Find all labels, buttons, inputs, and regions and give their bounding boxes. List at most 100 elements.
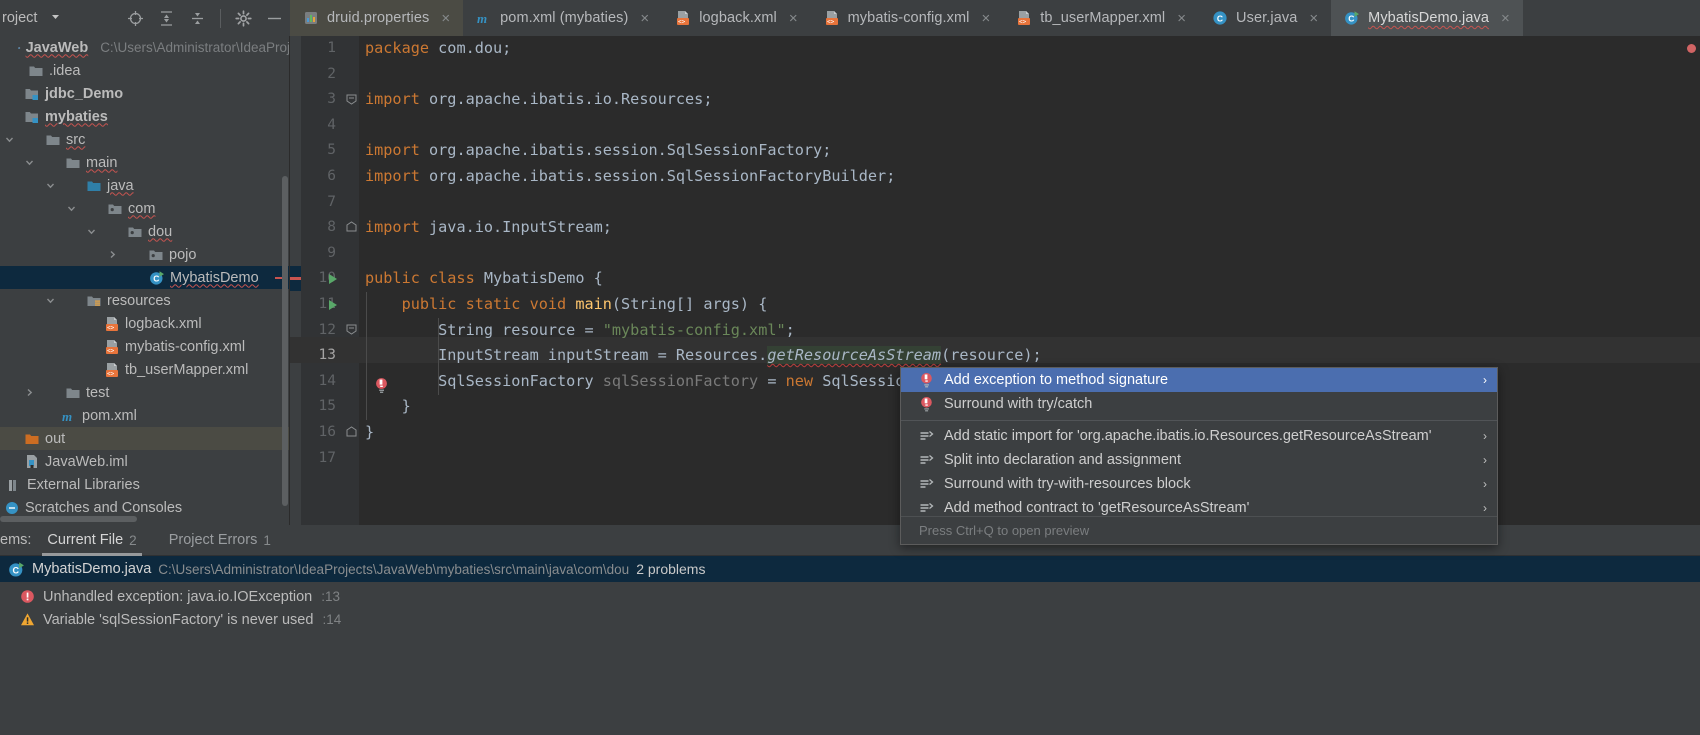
expand-all-icon[interactable]	[158, 10, 175, 27]
tree-row[interactable]: .idea	[0, 59, 290, 82]
chevron-down-icon[interactable]	[49, 10, 62, 26]
tree-row[interactable]: test	[0, 381, 290, 404]
chevron-right-icon[interactable]: ›	[1483, 477, 1487, 491]
code-text: org.apache.ibatis.session.SqlSessionFact…	[419, 141, 832, 160]
tree-row[interactable]: JavaWeb C:\Users\Administrator\IdeaProj	[0, 36, 290, 59]
editor-tab-pom-xml[interactable]: m pom.xml (mybaties) ×	[463, 0, 662, 36]
error-stripe-indicator[interactable]	[1687, 44, 1696, 53]
run-method-icon[interactable]	[327, 299, 339, 311]
collapse-all-icon[interactable]	[189, 10, 206, 27]
editor-tab-logback-xml[interactable]: <> logback.xml ×	[662, 0, 810, 36]
tree-row[interactable]: <> mybatis-config.xml	[0, 335, 290, 358]
intention-actions-popup[interactable]: Add exception to method signature › Surr…	[900, 367, 1498, 545]
close-icon[interactable]: ×	[441, 11, 450, 26]
tree-row[interactable]: m pom.xml	[0, 404, 290, 427]
project-tree-panel[interactable]: JavaWeb C:\Users\Administrator\IdeaProj …	[0, 36, 290, 525]
line-number: 2	[327, 65, 336, 82]
editor-tab-user-java[interactable]: C User.java ×	[1199, 0, 1331, 36]
line-number: 8	[327, 219, 336, 236]
intention-item-add-exception[interactable]: Add exception to method signature ›	[901, 368, 1497, 392]
problems-file-row[interactable]: C MybatisDemo.java C:\Users\Administrato…	[0, 556, 1700, 582]
locate-icon[interactable]	[127, 10, 144, 27]
tree-row[interactable]: com	[0, 197, 290, 220]
editor-tab-tb-usermapper-xml[interactable]: <> tb_userMapper.xml ×	[1003, 0, 1199, 36]
resource-root-folder-icon	[87, 296, 101, 306]
tree-row[interactable]: main	[0, 151, 290, 174]
tree-row[interactable]: resources	[0, 289, 290, 312]
intention-item-split-declaration[interactable]: Split into declaration and assignment ›	[901, 448, 1497, 472]
problems-tool-window[interactable]: ems: Current File 2 Project Errors 1 C M…	[0, 525, 1700, 735]
chevron-right-icon[interactable]: ›	[1483, 453, 1487, 467]
tree-row[interactable]: out	[0, 427, 290, 450]
intention-item-label: Split into declaration and assignment	[944, 452, 1181, 468]
hide-toolwindow-icon[interactable]	[266, 10, 283, 27]
fold-region-end-icon[interactable]	[346, 426, 357, 437]
problem-row-error[interactable]: Unhandled exception: java.io.IOException…	[0, 585, 1700, 608]
code-text: org.apache.ibatis.io.Resources;	[419, 90, 713, 109]
chevron-down-icon[interactable]	[24, 157, 35, 168]
fold-region-start-icon[interactable]	[346, 94, 357, 105]
sidebar-vertical-scrollbar[interactable]	[282, 176, 288, 506]
editor-tab-druid-properties[interactable]: druid.properties ×	[290, 0, 464, 36]
maven-file-icon: m	[62, 409, 72, 424]
tree-row[interactable]: <> logback.xml	[0, 312, 290, 335]
code-text: ;	[785, 320, 795, 339]
tab-project-errors[interactable]: Project Errors 1	[153, 525, 287, 556]
line-number: 9	[327, 244, 336, 261]
close-icon[interactable]: ×	[1309, 11, 1318, 26]
tree-row[interactable]: pojo	[0, 243, 290, 266]
java-class-icon: C	[1213, 11, 1227, 25]
tree-row[interactable]: jdbc_Demo	[0, 82, 290, 105]
maven-file-icon: m	[477, 11, 487, 26]
tree-row[interactable]: <> tb_userMapper.xml	[0, 358, 290, 381]
iml-file-icon	[27, 454, 37, 468]
tree-row[interactable]: mybaties	[0, 105, 290, 128]
library-icon	[9, 479, 16, 491]
tree-item-label: tb_userMapper.xml	[125, 361, 249, 378]
fold-region-start-icon[interactable]	[346, 324, 357, 335]
intention-item-try-with-resources[interactable]: Surround with try-with-resources block ›	[901, 472, 1497, 496]
fold-region-end-icon[interactable]	[346, 221, 357, 232]
chevron-down-icon[interactable]	[45, 295, 56, 306]
chevron-right-icon[interactable]: ›	[1483, 373, 1487, 387]
chevron-right-icon[interactable]: ›	[1483, 501, 1487, 515]
problem-line-number: :13	[321, 589, 341, 604]
svg-text:C: C	[12, 565, 19, 575]
intention-item-surround-try-catch[interactable]: Surround with try/catch	[901, 392, 1497, 416]
close-icon[interactable]: ×	[640, 11, 649, 26]
xml-file-icon: <>	[677, 11, 690, 25]
editor-tab-mybatis-config-xml[interactable]: <> mybatis-config.xml ×	[811, 0, 1004, 36]
chevron-right-icon[interactable]: ›	[1483, 429, 1487, 443]
chevron-down-icon[interactable]	[86, 226, 97, 237]
tree-row[interactable]: java	[0, 174, 290, 197]
close-icon[interactable]: ×	[1177, 11, 1186, 26]
close-icon[interactable]: ×	[789, 11, 798, 26]
tab-label: tb_userMapper.xml	[1040, 10, 1166, 26]
chevron-down-icon[interactable]	[45, 180, 56, 191]
tree-row[interactable]: dou	[0, 220, 290, 243]
chevron-right-icon[interactable]	[107, 249, 118, 260]
editor-tab-mybatisdemo-java[interactable]: C MybatisDemo.java ×	[1331, 0, 1523, 36]
package-icon	[149, 250, 163, 260]
problem-text: Unhandled exception: java.io.IOException	[43, 588, 313, 605]
run-class-icon[interactable]	[327, 273, 339, 285]
tree-row[interactable]: JavaWeb.iml	[0, 450, 290, 473]
chevron-right-icon[interactable]	[24, 387, 35, 398]
intention-icon	[920, 478, 934, 488]
tree-row[interactable]: src	[0, 128, 290, 151]
close-icon[interactable]: ×	[1501, 11, 1510, 26]
tab-label: pom.xml (mybaties)	[500, 10, 629, 26]
tree-row[interactable]: External Libraries	[0, 473, 290, 496]
excluded-folder-icon	[25, 434, 39, 444]
problem-row-warning[interactable]: Variable 'sqlSessionFactory' is never us…	[0, 608, 1700, 631]
chevron-down-icon[interactable]	[66, 203, 77, 214]
line-number: 5	[327, 142, 336, 159]
settings-gear-icon[interactable]	[235, 9, 252, 27]
intention-item-add-static-import[interactable]: Add static import for 'org.apache.ibatis…	[901, 424, 1497, 448]
close-icon[interactable]: ×	[981, 11, 990, 26]
chevron-down-icon[interactable]	[4, 134, 15, 145]
tree-row-selected[interactable]: C MybatisDemo	[0, 266, 290, 289]
sidebar-horizontal-scrollbar[interactable]	[0, 516, 137, 522]
tab-current-file[interactable]: Current File 2	[31, 525, 152, 556]
java-runnable-class-icon: C	[9, 561, 24, 577]
